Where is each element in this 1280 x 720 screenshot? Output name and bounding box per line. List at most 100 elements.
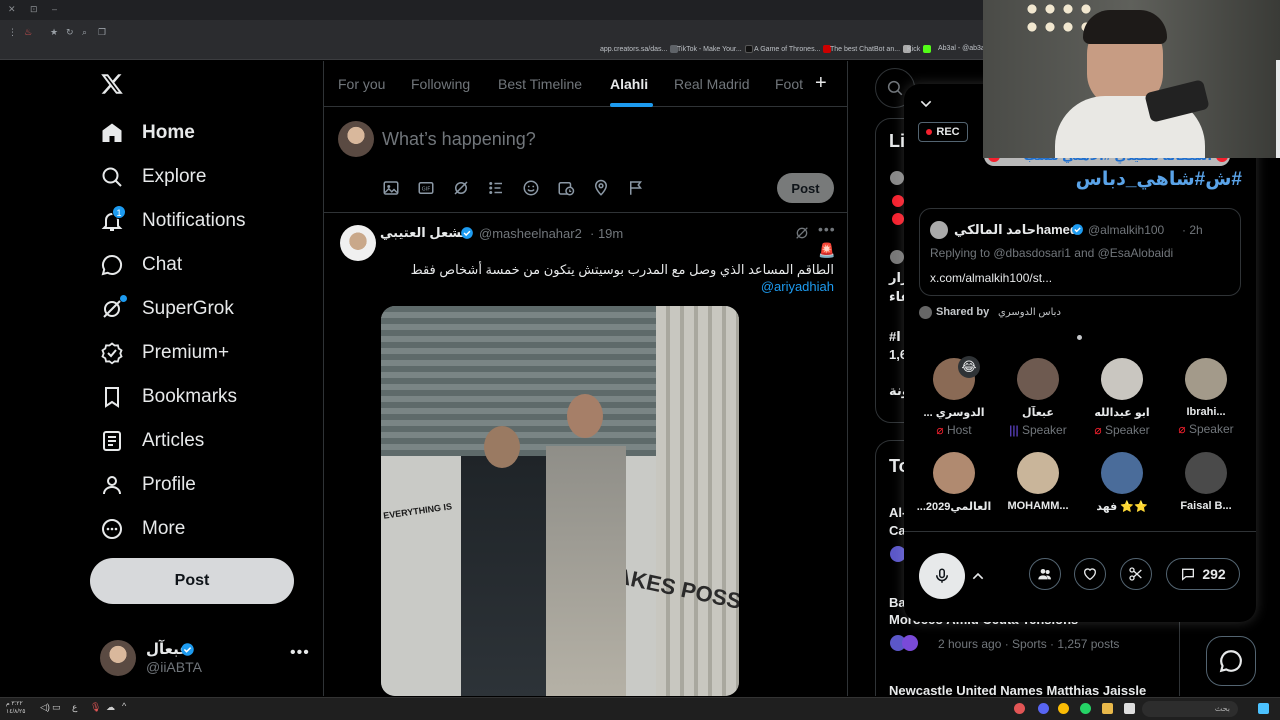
speaker[interactable]: MOHAMM... — [998, 452, 1078, 512]
account-switcher[interactable]: عبعآل @iiABTA ••• — [100, 638, 310, 678]
menu-dots-icon[interactable]: ⋮ — [8, 27, 17, 38]
speaker-name: عبعآل — [1022, 407, 1054, 419]
maximize-window-icon[interactable]: ⊡ — [30, 5, 39, 14]
copy-icon[interactable]: ❐ — [98, 27, 106, 38]
network-icon[interactable]: ▭ — [52, 702, 61, 713]
sidebar-item-articles[interactable]: Articles — [100, 423, 204, 459]
bookmark-item[interactable]: Ab3al - @ab3al — [938, 45, 986, 52]
sidebar-item-premium[interactable]: Premium+ — [100, 335, 229, 371]
avatar[interactable] — [340, 225, 376, 261]
tab-alahli[interactable]: Alahli — [610, 76, 648, 92]
windows-start-icon[interactable] — [1258, 703, 1269, 714]
notification-badge: 1 — [112, 205, 126, 219]
sidebar-item-explore[interactable]: Explore — [100, 159, 206, 195]
premium-icon — [101, 342, 123, 365]
bookmark-item[interactable]: TikTok - Make Your... — [677, 45, 753, 53]
tweet-image[interactable]: EVERYTHING IS MAKES POSS — [381, 306, 739, 696]
x-logo-icon[interactable] — [100, 72, 124, 96]
webcam-overlay — [983, 0, 1280, 158]
location-icon[interactable] — [592, 179, 610, 197]
chevron-up-icon[interactable]: ^ — [122, 701, 126, 711]
grok-icon[interactable] — [794, 225, 810, 241]
speaker[interactable]: Ibrahi... ⌀ Speaker — [1166, 358, 1246, 436]
compose-post-button[interactable]: Post — [777, 173, 834, 203]
mic-button[interactable] — [919, 553, 965, 599]
mic-indicator-icon[interactable]: 🎙 — [90, 702, 101, 713]
search-icon — [102, 167, 122, 187]
tweet-timestamp[interactable]: · 19m — [590, 226, 623, 241]
zoom-icon[interactable]: ⌕ — [82, 27, 87, 38]
more-options-icon[interactable]: ••• — [290, 644, 310, 662]
react-button[interactable] — [1074, 558, 1106, 590]
chrome-icon[interactable] — [1058, 703, 1069, 714]
tab-real-madrid[interactable]: Real Madrid — [674, 76, 749, 92]
post-button[interactable]: Post — [90, 558, 294, 604]
image-icon[interactable] — [382, 179, 400, 197]
schedule-icon[interactable] — [557, 179, 575, 197]
chevron-up-icon[interactable] — [970, 568, 986, 584]
sidebar-item-more[interactable]: More — [100, 511, 185, 547]
star-icon[interactable]: ★ — [50, 27, 58, 38]
speaker[interactable]: ... الدوسري ⌀ Host — [914, 358, 994, 437]
bookmark-item[interactable]: A Game of Thrones... — [754, 45, 832, 53]
app-icon[interactable] — [1014, 703, 1025, 714]
discord-icon[interactable] — [1038, 703, 1049, 714]
replies-button[interactable]: 292 — [1166, 558, 1240, 590]
chevron-down-icon[interactable] — [918, 96, 934, 112]
tweet-more-icon[interactable]: ••• — [818, 221, 836, 237]
bookmark-item[interactable]: app.creators.sa/das... — [600, 45, 679, 53]
emoji-icon[interactable] — [522, 179, 540, 197]
tray-icon[interactable]: ☁ — [106, 702, 115, 713]
clip-button[interactable] — [1120, 558, 1152, 590]
file-explorer-icon[interactable] — [1102, 703, 1113, 714]
pinned-hashtags[interactable]: #ش#شاهي_دباس — [1054, 168, 1242, 191]
bookmark-item[interactable]: The best ChatBot an... — [830, 45, 912, 53]
clock[interactable]: ٣:٢٢ م ١٤/٨/٢٥ — [6, 700, 25, 716]
shared-post-card[interactable]: حامد المالكيhamed @almalkih100 · 2h Repl… — [919, 208, 1241, 296]
shared-post-link[interactable]: x.com/almalkih100/st... — [930, 271, 1052, 285]
speaker-icon[interactable]: ◁) — [40, 702, 50, 713]
tab-for-you[interactable]: For you — [338, 76, 385, 92]
sidebar-item-bookmarks[interactable]: Bookmarks — [100, 379, 237, 415]
bookmark-item[interactable]: Kick — [907, 45, 932, 53]
verified-badge-icon — [181, 643, 194, 656]
gif-icon[interactable]: GIF — [417, 179, 435, 197]
sidebar-item-home[interactable]: Home — [100, 115, 195, 151]
tweet-mention-link[interactable]: @ariyadhiah — [724, 279, 834, 294]
flag-icon[interactable] — [627, 179, 645, 197]
whatsapp-icon[interactable] — [1080, 703, 1091, 714]
avatar — [100, 640, 136, 676]
language-indicator[interactable]: ع — [72, 702, 77, 713]
tweet-text: الطاقم المساعد الذي وصل مع المدرب بوسيتش… — [410, 262, 834, 277]
speaker[interactable]: Faisal B... — [1166, 452, 1246, 512]
speaker[interactable]: ...العالمي2029 — [914, 452, 994, 513]
sidebar-item-label: SuperGrok — [142, 298, 234, 319]
chat-icon — [101, 254, 123, 276]
grok-icon[interactable] — [452, 179, 470, 197]
add-tab-icon[interactable]: + — [815, 72, 827, 95]
close-window-icon[interactable]: ✕ — [8, 5, 17, 14]
speaker[interactable]: فهد ⭐⭐ — [1082, 452, 1162, 513]
tab-following[interactable]: Following — [411, 76, 470, 92]
tweet-author-name[interactable]: مشعل العتيبي — [380, 225, 470, 241]
sidebar-item-chat[interactable]: Chat — [100, 247, 182, 283]
trend-avatar — [902, 635, 918, 651]
speaker[interactable]: عبعآل ||| Speaker — [998, 358, 1078, 437]
reload-icon[interactable]: ↻ — [66, 27, 74, 38]
sidebar-item-label: Notifications — [142, 210, 246, 231]
minimize-window-icon[interactable]: – — [52, 5, 61, 14]
tweet-author-handle[interactable]: @masheelnahar2 — [479, 226, 582, 241]
extension-icon[interactable]: ♨ — [24, 27, 32, 38]
sidebar-item-profile[interactable]: Profile — [100, 467, 196, 503]
tab-foot[interactable]: Foot — [775, 76, 803, 92]
tweet[interactable]: مشعل العتيبي @masheelnahar2 · 19m ••• 🚨 … — [324, 213, 848, 696]
poll-icon[interactable] — [487, 179, 505, 197]
app-icon[interactable] — [1124, 703, 1135, 714]
chat-fab-button[interactable] — [1206, 636, 1256, 686]
participants-button[interactable] — [1029, 558, 1061, 590]
speaker[interactable]: ابو عبدالله ⌀ Speaker — [1082, 358, 1162, 437]
trend-title[interactable]: Newcastle United Names Matthias Jaissle — [889, 683, 1146, 698]
taskbar-search[interactable]: بحث — [1142, 701, 1238, 717]
tab-best-timeline[interactable]: Best Timeline — [498, 76, 582, 92]
compose-input[interactable]: What’s happening? — [382, 129, 536, 150]
